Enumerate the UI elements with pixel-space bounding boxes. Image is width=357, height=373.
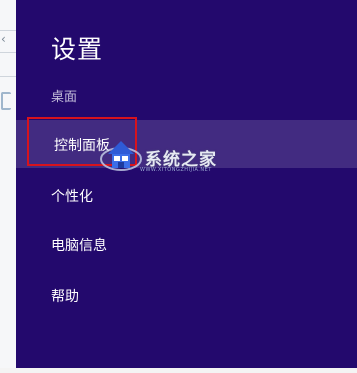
settings-charm-panel: 设置 桌面 控制面板 个性化 电脑信息 帮助 — [16, 0, 357, 368]
bottom-edge — [0, 368, 357, 373]
desktop-divider — [0, 76, 16, 77]
desktop-divider — [0, 52, 16, 53]
menu-item-pc-info[interactable]: 电脑信息 — [51, 235, 107, 255]
desktop-divider — [0, 30, 16, 31]
house-logo-icon — [100, 141, 142, 171]
settings-title: 设置 — [51, 35, 104, 64]
chevron-left-icon: ‹ — [1, 32, 6, 46]
desktop-background: ‹ — [0, 0, 17, 373]
menu-item-personalization[interactable]: 个性化 — [51, 186, 93, 206]
desktop-window-edge — [1, 92, 11, 110]
watermark: 系统之家 WWW.XITONGZHIJIA.NET — [100, 136, 250, 176]
watermark-url: WWW.XITONGZHIJIA.NET — [140, 167, 212, 173]
menu-item-help[interactable]: 帮助 — [51, 286, 79, 306]
screen: ‹ 设置 桌面 控制面板 个性化 电脑信息 帮助 系统之家 WWW.XITONG… — [0, 0, 357, 373]
settings-context-label: 桌面 — [51, 90, 78, 105]
